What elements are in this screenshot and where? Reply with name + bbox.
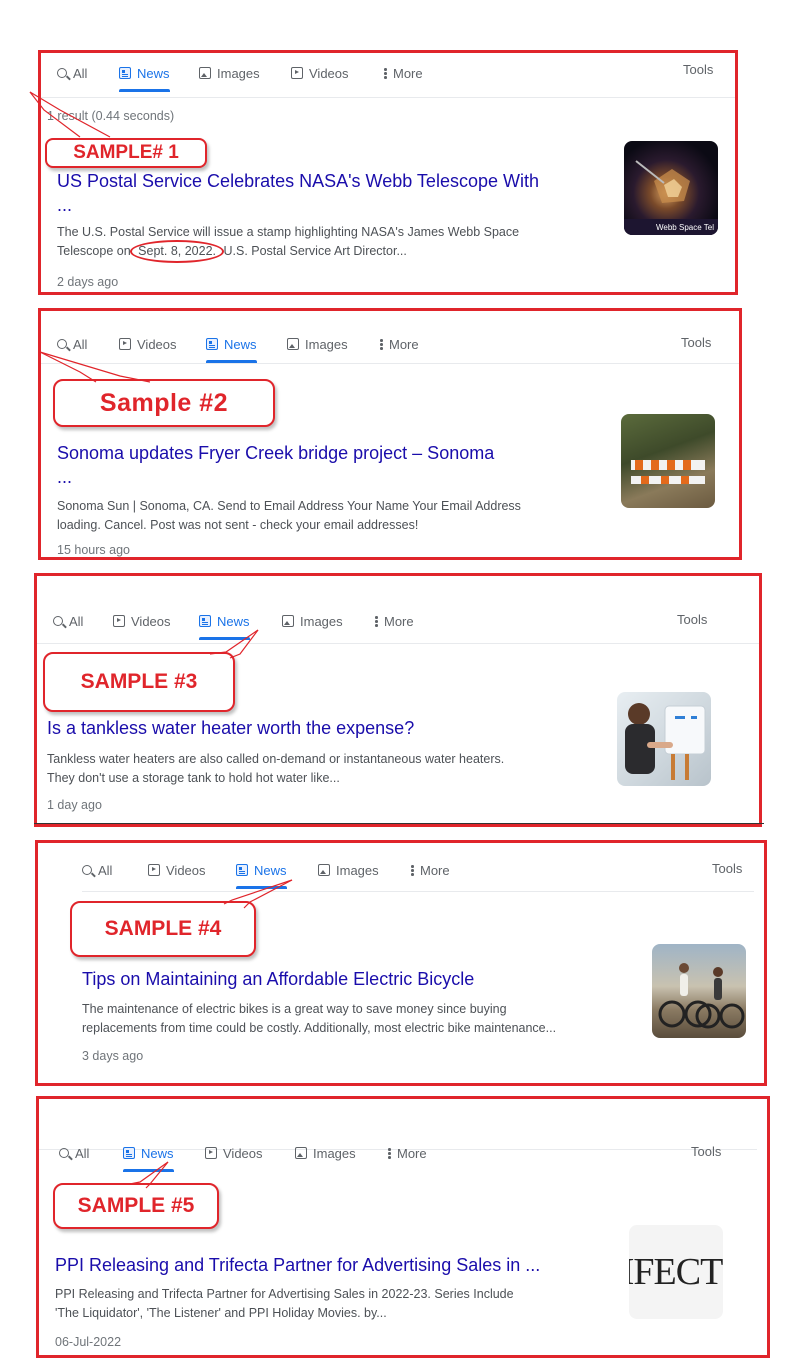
tab-news[interactable]: News	[199, 610, 250, 640]
result-age: 1 day ago	[47, 798, 102, 812]
tab-videos[interactable]: Videos	[291, 62, 349, 84]
result-thumbnail[interactable]: Webb Space Tel	[624, 141, 718, 235]
tab-all[interactable]: All	[59, 1142, 89, 1164]
tab-images[interactable]: Images	[287, 333, 348, 355]
search-tabs: All Videos News Images More Tools	[41, 311, 739, 364]
result-title[interactable]: PPI Releasing and Trifecta Partner for A…	[55, 1253, 540, 1277]
svg-text:Webb Space Tel: Webb Space Tel	[656, 223, 714, 232]
more-vert-icon	[387, 1147, 391, 1159]
search-tabs: All Videos News Images More Tools	[37, 576, 759, 644]
tab-news[interactable]: News	[236, 859, 287, 889]
search-icon	[53, 616, 63, 626]
sample-callout: Sample #2	[53, 379, 275, 427]
sample-3-panel: All Videos News Images More Tools SAMPLE…	[34, 573, 762, 827]
sample-5-panel: All News Videos Images More Tools SAMPLE…	[36, 1096, 770, 1358]
tab-images[interactable]: Images	[295, 1142, 356, 1164]
highlighted-date: Sept. 8, 2022.	[130, 240, 224, 263]
result-age: 3 days ago	[82, 1049, 144, 1063]
news-icon	[119, 67, 131, 79]
result-age: 06-Jul-2022	[55, 1335, 122, 1349]
result-thumbnail[interactable]	[621, 414, 715, 508]
tab-news[interactable]: News	[119, 62, 170, 92]
tools-button[interactable]: Tools	[691, 1144, 721, 1159]
tools-button[interactable]: Tools	[677, 612, 707, 627]
search-icon	[59, 1148, 69, 1158]
tools-button[interactable]: Tools	[681, 335, 711, 350]
result-snippet: Sonoma Sun | Sonoma, CA. Send to Email A…	[57, 499, 521, 532]
video-icon	[113, 615, 125, 627]
news-icon	[199, 615, 211, 627]
tab-more[interactable]: More	[387, 1142, 427, 1164]
more-vert-icon	[383, 67, 387, 79]
tab-images[interactable]: Images	[199, 62, 260, 84]
search-icon	[57, 339, 67, 349]
sample-callout: SAMPLE #4	[70, 901, 256, 957]
tab-all[interactable]: All	[82, 859, 112, 881]
image-icon	[318, 864, 330, 876]
tools-button[interactable]: Tools	[683, 62, 713, 77]
telescope-stamp-image: Webb Space Tel	[624, 160, 718, 235]
sample-4-panel: All Videos News Images More Tools SAMPLE…	[35, 840, 767, 1086]
result-title[interactable]: Sonoma updates Fryer Creek bridge projec…	[57, 441, 494, 489]
search-tabs: All News Videos Images More Tools	[39, 1099, 757, 1172]
water-heater-image	[625, 703, 706, 780]
tab-all[interactable]: All	[53, 610, 83, 632]
result-snippet: PPI Releasing and Trifecta Partner for A…	[55, 1287, 514, 1320]
tab-news[interactable]: News	[123, 1142, 174, 1172]
image-icon	[287, 338, 299, 350]
trifecta-logo: IFECT	[629, 1251, 723, 1293]
search-tabs: All Videos News Images More Tools	[82, 843, 754, 892]
image-icon	[295, 1147, 307, 1159]
tab-more[interactable]: More	[379, 333, 419, 355]
tab-news[interactable]: News	[206, 333, 257, 363]
sample-callout: SAMPLE #5	[53, 1183, 219, 1229]
result-title[interactable]: Tips on Maintaining an Affordable Electr…	[82, 967, 474, 991]
sample-callout: SAMPLE# 1	[45, 138, 207, 168]
result-snippet: The U.S. Postal Service will issue a sta…	[57, 223, 627, 263]
result-age: 15 hours ago	[57, 543, 130, 557]
tab-more[interactable]: More	[410, 859, 450, 881]
sample-1-panel: All News Images Videos More Tools 1 resu…	[38, 50, 738, 295]
tab-videos[interactable]: Videos	[113, 610, 171, 632]
search-tabs: All News Images Videos More Tools	[41, 53, 735, 98]
sample-2-panel: All Videos News Images More Tools Sample…	[38, 308, 742, 560]
news-icon	[236, 864, 248, 876]
tab-more[interactable]: More	[383, 62, 423, 84]
tab-images[interactable]: Images	[282, 610, 343, 632]
tab-images[interactable]: Images	[318, 859, 379, 881]
result-thumbnail[interactable]	[652, 944, 746, 1038]
result-title[interactable]: Is a tankless water heater worth the exp…	[47, 716, 414, 740]
tab-more[interactable]: More	[374, 610, 414, 632]
result-stats: 1 result (0.44 seconds)	[47, 109, 175, 123]
tab-all[interactable]: All	[57, 62, 87, 84]
bridge-construction-image	[631, 460, 705, 484]
tab-all[interactable]: All	[57, 333, 87, 355]
result-age: 2 days ago	[57, 275, 119, 289]
tab-videos[interactable]: Videos	[148, 859, 206, 881]
image-icon	[199, 67, 211, 79]
more-vert-icon	[410, 864, 414, 876]
more-vert-icon	[374, 615, 378, 627]
tab-videos[interactable]: Videos	[205, 1142, 263, 1164]
video-icon	[119, 338, 131, 350]
sample-callout: SAMPLE #3	[43, 652, 235, 712]
result-snippet: Tankless water heaters are also called o…	[47, 752, 505, 785]
divider-line	[34, 823, 764, 824]
news-icon	[123, 1147, 135, 1159]
result-thumbnail[interactable]	[617, 692, 711, 786]
electric-bicycle-image	[658, 963, 745, 1029]
result-snippet: The maintenance of electric bikes is a g…	[82, 1002, 557, 1035]
news-icon	[206, 338, 218, 350]
result-thumbnail[interactable]: IFECT	[629, 1225, 723, 1319]
video-icon	[148, 864, 160, 876]
image-icon	[282, 615, 294, 627]
search-icon	[57, 68, 67, 78]
search-icon	[82, 865, 92, 875]
video-icon	[205, 1147, 217, 1159]
tools-button[interactable]: Tools	[712, 861, 742, 876]
video-icon	[291, 67, 303, 79]
result-title[interactable]: US Postal Service Celebrates NASA's Webb…	[57, 169, 539, 217]
tab-videos[interactable]: Videos	[119, 333, 177, 355]
more-vert-icon	[379, 338, 383, 350]
